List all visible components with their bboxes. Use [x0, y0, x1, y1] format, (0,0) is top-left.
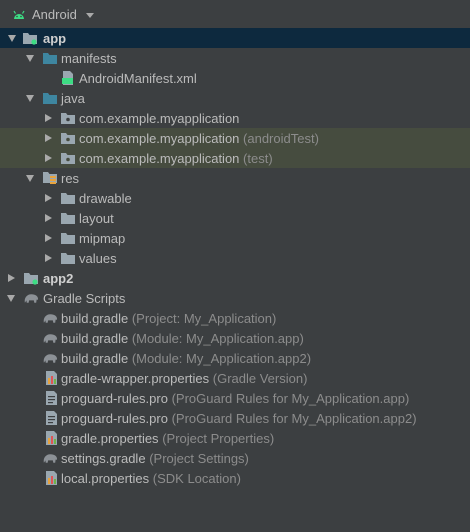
module-folder-icon	[23, 268, 39, 288]
package-icon	[60, 128, 76, 148]
tree-item-hint: (androidTest)	[243, 130, 319, 146]
tree-item-label: AndroidManifest.xml	[79, 70, 197, 86]
tree-item-java[interactable]: java	[0, 88, 470, 108]
tree-item-build-gradle-project[interactable]: build.gradle (Project: My_Application)	[0, 308, 470, 328]
tree-item-values[interactable]: values	[0, 248, 470, 268]
tree-item-label: drawable	[79, 190, 132, 206]
tree-item-proguard-rules-app2[interactable]: proguard-rules.pro (ProGuard Rules for M…	[0, 408, 470, 428]
tree-item-build-gradle-app[interactable]: build.gradle (Module: My_Application.app…	[0, 328, 470, 348]
tree-item-hint: (Gradle Version)	[212, 370, 308, 386]
tree-item-label: com.example.myapplication	[79, 150, 240, 166]
module-folder-icon	[22, 28, 38, 48]
tree-item-app[interactable]: app	[0, 28, 470, 48]
tree-item-drawable[interactable]: drawable	[0, 188, 470, 208]
tree-item-label: local.properties	[61, 470, 150, 486]
expand-arrow-icon[interactable]	[24, 48, 36, 68]
expand-arrow-icon[interactable]	[42, 188, 54, 208]
tree-item-hint: (Project Settings)	[149, 450, 249, 466]
properties-file-icon	[43, 428, 59, 448]
tree-item-label: app2	[43, 270, 74, 286]
gradle-elephant-icon	[42, 308, 58, 328]
tree-item-label: settings.gradle	[61, 450, 146, 466]
tree-item-hint: (SDK Location)	[152, 470, 241, 486]
tree-item-label: manifests	[61, 50, 117, 66]
expand-arrow-icon[interactable]	[6, 28, 18, 48]
text-file-icon	[43, 408, 59, 428]
project-view-header[interactable]: Android	[0, 0, 470, 28]
tree-item-mipmap[interactable]: mipmap	[0, 228, 470, 248]
tree-item-hint: (ProGuard Rules for My_Application.app)	[171, 390, 410, 406]
tree-item-hint: (test)	[243, 150, 273, 166]
tree-item-layout[interactable]: layout	[0, 208, 470, 228]
tree-item-label: com.example.myapplication	[79, 110, 240, 126]
tree-item-hint: (Project: My_Application)	[131, 310, 277, 326]
folder-icon	[60, 208, 76, 228]
project-view-title: Android	[32, 6, 77, 22]
tree-item-proguard-rules-app[interactable]: proguard-rules.pro (ProGuard Rules for M…	[0, 388, 470, 408]
tree-item-gradle-scripts[interactable]: Gradle Scripts	[0, 288, 470, 308]
tree-item-label: layout	[79, 210, 114, 226]
tree-item-label: build.gradle	[61, 350, 129, 366]
tree-item-label: gradle-wrapper.properties	[61, 370, 210, 386]
folder-icon	[42, 88, 58, 108]
tree-item-label: Gradle Scripts	[43, 290, 126, 306]
tree-item-label: proguard-rules.pro	[61, 410, 168, 426]
tree-item-label: values	[79, 250, 117, 266]
expand-arrow-icon[interactable]	[5, 288, 17, 308]
expand-arrow-icon[interactable]	[42, 228, 54, 248]
tree-item-gradle-properties[interactable]: gradle.properties (Project Properties)	[0, 428, 470, 448]
android-icon	[13, 10, 25, 19]
tree-item-label: build.gradle	[61, 310, 129, 326]
tree-item-label: res	[61, 170, 80, 186]
tree-item-androidmanifest[interactable]: AndroidManifest.xml	[0, 68, 470, 88]
tree-item-package-androidtest[interactable]: com.example.myapplication (androidTest)	[0, 128, 470, 148]
text-file-icon	[43, 388, 59, 408]
expand-arrow-icon[interactable]	[24, 168, 36, 188]
tree-item-settings-gradle[interactable]: settings.gradle (Project Settings)	[0, 448, 470, 468]
expand-arrow-icon[interactable]	[42, 248, 54, 268]
folder-icon	[60, 248, 76, 268]
tree-item-hint: (ProGuard Rules for My_Application.app2)	[171, 410, 417, 426]
tree-item-label: mipmap	[79, 230, 126, 246]
properties-file-icon	[43, 368, 59, 388]
tree-item-hint: (Module: My_Application.app2)	[131, 350, 312, 366]
tree-item-label: app	[43, 30, 67, 46]
tree-item-package[interactable]: com.example.myapplication	[0, 108, 470, 128]
properties-file-icon	[43, 468, 59, 488]
tree-item-label: proguard-rules.pro	[61, 390, 168, 406]
gradle-elephant-icon	[42, 448, 58, 468]
tree-item-label: gradle.properties	[61, 430, 159, 446]
xml-file-icon	[60, 68, 76, 88]
resource-folder-icon	[42, 168, 58, 188]
expand-arrow-icon[interactable]	[42, 128, 54, 148]
gradle-elephant-icon	[23, 288, 39, 308]
chevron-down-icon[interactable]	[85, 12, 94, 18]
tree-item-local-properties[interactable]: local.properties (SDK Location)	[0, 468, 470, 488]
tree-item-label: build.gradle	[61, 330, 129, 346]
folder-icon	[60, 188, 76, 208]
tree-item-gradle-wrapper-properties[interactable]: gradle-wrapper.properties (Gradle Versio…	[0, 368, 470, 388]
project-tree: app manifests AndroidManifest.xml java c…	[0, 28, 470, 532]
expand-arrow-icon[interactable]	[42, 148, 54, 168]
tree-item-manifests[interactable]: manifests	[0, 48, 470, 68]
tree-item-label: java	[61, 90, 85, 106]
tree-item-package-test[interactable]: com.example.myapplication (test)	[0, 148, 470, 168]
expand-arrow-icon[interactable]	[42, 208, 54, 228]
tree-item-label: com.example.myapplication	[79, 130, 240, 146]
folder-icon	[42, 48, 58, 68]
expand-arrow-icon[interactable]	[5, 268, 17, 288]
expand-arrow-icon[interactable]	[42, 108, 54, 128]
gradle-elephant-icon	[42, 348, 58, 368]
tree-item-app2[interactable]: app2	[0, 268, 470, 288]
tree-item-res[interactable]: res	[0, 168, 470, 188]
tree-item-hint: (Module: My_Application.app)	[131, 330, 304, 346]
expand-arrow-icon[interactable]	[24, 88, 36, 108]
folder-icon	[60, 228, 76, 248]
tree-item-build-gradle-app2[interactable]: build.gradle (Module: My_Application.app…	[0, 348, 470, 368]
package-icon	[60, 108, 76, 128]
tree-item-hint: (Project Properties)	[162, 430, 275, 446]
package-icon	[60, 148, 76, 168]
gradle-elephant-icon	[42, 328, 58, 348]
